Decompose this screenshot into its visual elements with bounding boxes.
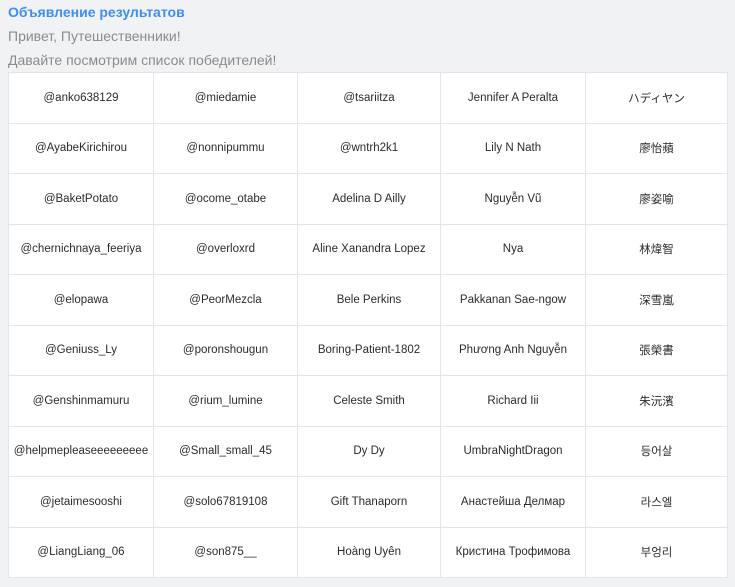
winners-row: @Genshinmamuru @rium_lumine Celeste Smit…	[8, 375, 728, 427]
winners-table: @anko638129 @miedamie @tsariitza Jennife…	[8, 72, 728, 578]
winner-cell: @Geniuss_Ly	[8, 324, 154, 376]
winner-cell: @overloxrd	[153, 223, 298, 275]
winner-cell: Adelina D Ailly	[297, 173, 441, 225]
winner-cell: @AyabeKirichirou	[8, 122, 154, 174]
greeting-text: Привет, Путешественники!	[8, 28, 181, 44]
winner-cell: 朱沅濱	[585, 375, 728, 427]
winner-cell: @Genshinmamuru	[8, 375, 154, 427]
winner-cell: @nonnipummu	[153, 122, 298, 174]
winner-cell: UmbraNightDragon	[440, 425, 586, 477]
winners-row: @Geniuss_Ly @poronshougun Boring-Patient…	[8, 324, 728, 376]
winner-cell: Кристина Трофимова	[440, 526, 586, 578]
winner-cell: Nya	[440, 223, 586, 275]
winners-row: @AyabeKirichirou @nonnipummu @wntrh2k1 L…	[8, 122, 728, 174]
winners-row: @elopawa @PeorMezcla Bele Perkins Pakkan…	[8, 274, 728, 326]
winner-cell: Hoàng Uyên	[297, 526, 441, 578]
winner-cell: 부엉리	[585, 526, 728, 578]
winner-cell: @ocome_otabe	[153, 173, 298, 225]
winner-cell: @chernichnaya_feeriya	[8, 223, 154, 275]
winners-row: @BaketPotato @ocome_otabe Adelina D Aill…	[8, 173, 728, 225]
winner-cell: @solo67819108	[153, 476, 298, 528]
winner-cell: Анастейша Делмар	[440, 476, 586, 528]
winner-cell: Richard Iii	[440, 375, 586, 427]
winner-cell: Lily N Nath	[440, 122, 586, 174]
winner-cell: @BaketPotato	[8, 173, 154, 225]
winner-cell: @elopawa	[8, 274, 154, 326]
winner-cell: 라스엘	[585, 476, 728, 528]
winner-cell: 등어살	[585, 425, 728, 477]
winner-cell: 深雪嵐	[585, 274, 728, 326]
winner-cell: Gift Thanaporn	[297, 476, 441, 528]
winners-row: @anko638129 @miedamie @tsariitza Jennife…	[8, 72, 728, 124]
winner-cell: Bele Perkins	[297, 274, 441, 326]
winner-cell: @tsariitza	[297, 72, 441, 124]
winner-cell: Pakkanan Sae-ngow	[440, 274, 586, 326]
winners-row: @helpmepleaseeeeeeeee @Small_small_45 Dy…	[8, 425, 728, 477]
winner-cell: @poronshougun	[153, 324, 298, 376]
winner-cell: Celeste Smith	[297, 375, 441, 427]
winner-cell: @PeorMezcla	[153, 274, 298, 326]
winner-cell: @helpmepleaseeeeeeeee	[8, 425, 154, 477]
winner-cell: Boring-Patient-1802	[297, 324, 441, 376]
winner-cell: @Small_small_45	[153, 425, 298, 477]
winner-cell: Aline Xanandra Lopez	[297, 223, 441, 275]
winner-cell: Nguyễn Vũ	[440, 173, 586, 225]
winner-cell: @miedamie	[153, 72, 298, 124]
winner-cell: Phương Anh Nguyễn	[440, 324, 586, 376]
winner-cell: @son875__	[153, 526, 298, 578]
winners-row: @jetaimesooshi @solo67819108 Gift Thanap…	[8, 476, 728, 528]
winner-cell: Jennifer A Peralta	[440, 72, 586, 124]
winner-cell: @wntrh2k1	[297, 122, 441, 174]
winner-cell: 林煒智	[585, 223, 728, 275]
winner-cell: @rium_lumine	[153, 375, 298, 427]
winner-cell: ハディヤン	[585, 72, 728, 124]
winner-cell: 張榮書	[585, 324, 728, 376]
results-title: Объявление результатов	[8, 4, 185, 20]
winner-cell: 廖怡蘋	[585, 122, 728, 174]
winners-intro-text: Давайте посмотрим список победителей!	[8, 52, 277, 68]
winners-row: @LiangLiang_06 @son875__ Hoàng Uyên Крис…	[8, 526, 728, 578]
winner-cell: 廖姿喻	[585, 173, 728, 225]
winners-row: @chernichnaya_feeriya @overloxrd Aline X…	[8, 223, 728, 275]
winner-cell: @anko638129	[8, 72, 154, 124]
winner-cell: Dy Dy	[297, 425, 441, 477]
winner-cell: @LiangLiang_06	[8, 526, 154, 578]
winner-cell: @jetaimesooshi	[8, 476, 154, 528]
